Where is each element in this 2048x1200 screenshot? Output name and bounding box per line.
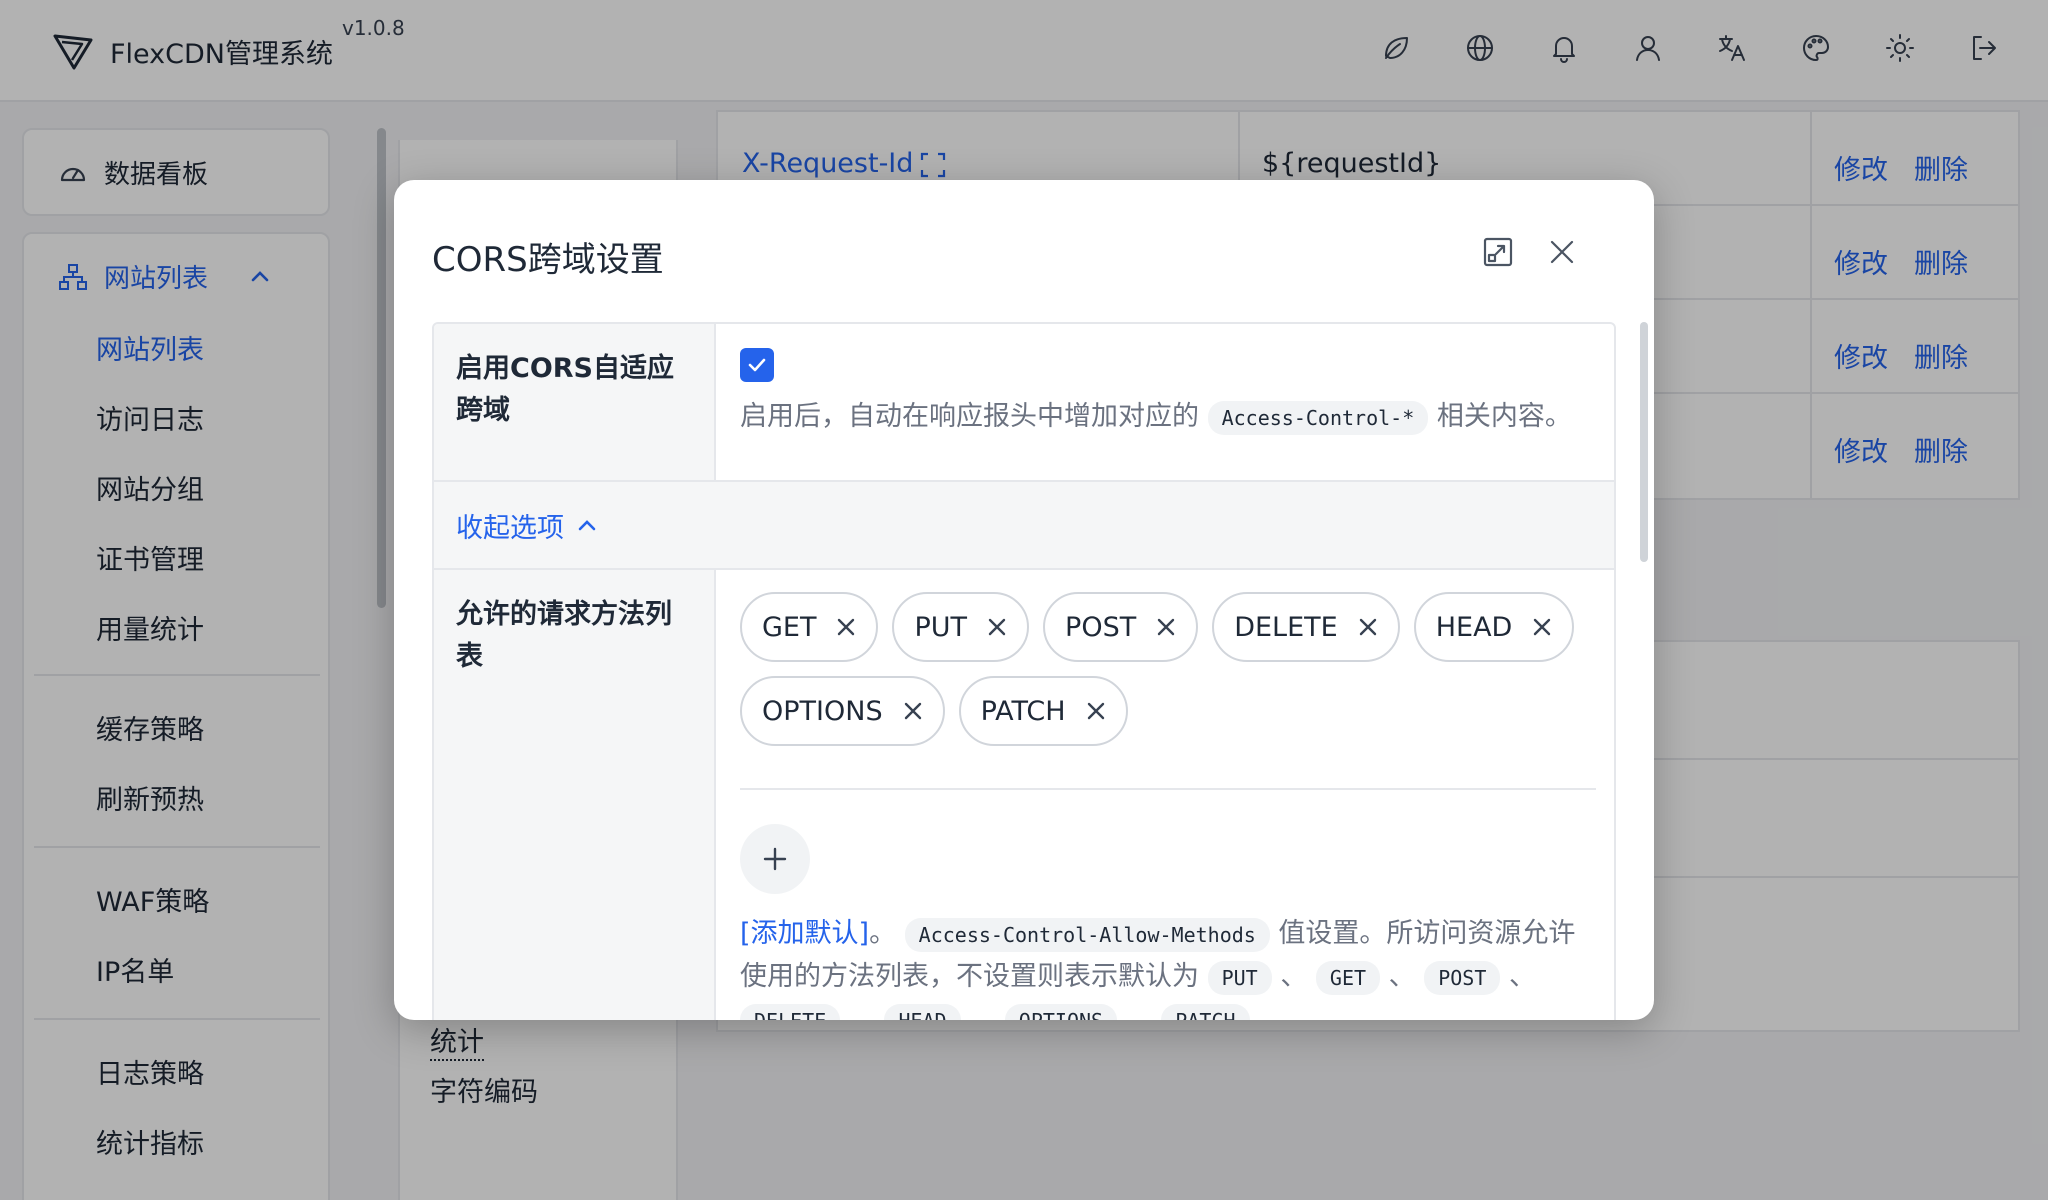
remove-icon[interactable] (836, 617, 856, 637)
method-tag: POST (1043, 592, 1199, 662)
enable-cors-label: 启用CORS自适应跨域 (434, 324, 716, 480)
method-tags: GET PUT POST DELETE HEAD OPTIONS PATCH (740, 592, 1614, 746)
enable-cors-checkbox[interactable] (740, 348, 774, 382)
cors-settings-dialog: CORS跨域设置 启用CORS自适应跨域 启用后，自动在响应报头中增加对应的 A… (394, 180, 1654, 1020)
methods-divider (740, 788, 1596, 790)
chevron-up-icon (578, 519, 596, 530)
remove-icon[interactable] (1086, 701, 1106, 721)
remove-icon[interactable] (1532, 617, 1552, 637)
collapse-options-link[interactable]: 收起选项 (456, 506, 598, 545)
method-tag: DELETE (1212, 592, 1400, 662)
close-icon[interactable] (1540, 230, 1584, 274)
cors-form: 启用CORS自适应跨域 启用后，自动在响应报头中增加对应的 Access-Con… (432, 322, 1616, 1020)
check-icon (748, 358, 766, 372)
add-default-link[interactable]: [添加默认] (740, 918, 869, 949)
remove-icon[interactable] (903, 701, 923, 721)
allowed-methods-row: 允许的请求方法列表 GET PUT POST DELETE HEAD OPTIO… (434, 570, 1614, 1020)
enable-cors-row: 启用CORS自适应跨域 启用后，自动在响应报头中增加对应的 Access-Con… (434, 324, 1614, 482)
plus-icon (763, 847, 787, 871)
remove-icon[interactable] (987, 617, 1007, 637)
remove-icon[interactable] (1156, 617, 1176, 637)
method-tag: OPTIONS (740, 676, 945, 746)
maximize-icon[interactable] (1476, 230, 1520, 274)
remove-icon[interactable] (1358, 617, 1378, 637)
dialog-title: CORS跨域设置 (432, 240, 664, 280)
collapse-options-row: 收起选项 (434, 482, 1614, 570)
method-tag: PUT (892, 592, 1030, 662)
code-access-control: Access-Control-* (1207, 400, 1429, 435)
method-tag: GET (740, 592, 879, 662)
methods-desc: [添加默认]。 Access-Control-Allow-Methods 值设置… (740, 912, 1600, 1020)
code-allow-methods: Access-Control-Allow-Methods (904, 917, 1270, 952)
code-default-method: POST (1424, 960, 1501, 995)
code-default-method: HEAD (884, 1003, 961, 1020)
add-method-button[interactable] (740, 824, 810, 894)
code-default-method: PATCH (1161, 1003, 1250, 1020)
allowed-methods-label: 允许的请求方法列表 (434, 570, 716, 1020)
code-default-method: OPTIONS (1004, 1003, 1118, 1020)
method-tag: HEAD (1413, 592, 1575, 662)
code-default-method: DELETE (740, 1003, 841, 1020)
method-tag: PATCH (958, 676, 1128, 746)
enable-cors-desc: 启用后，自动在响应报头中增加对应的 Access-Control-* 相关内容。 (740, 396, 1592, 438)
code-default-method: PUT (1207, 960, 1272, 995)
code-default-method: GET (1315, 960, 1381, 995)
dialog-scrollbar[interactable] (1640, 322, 1648, 562)
